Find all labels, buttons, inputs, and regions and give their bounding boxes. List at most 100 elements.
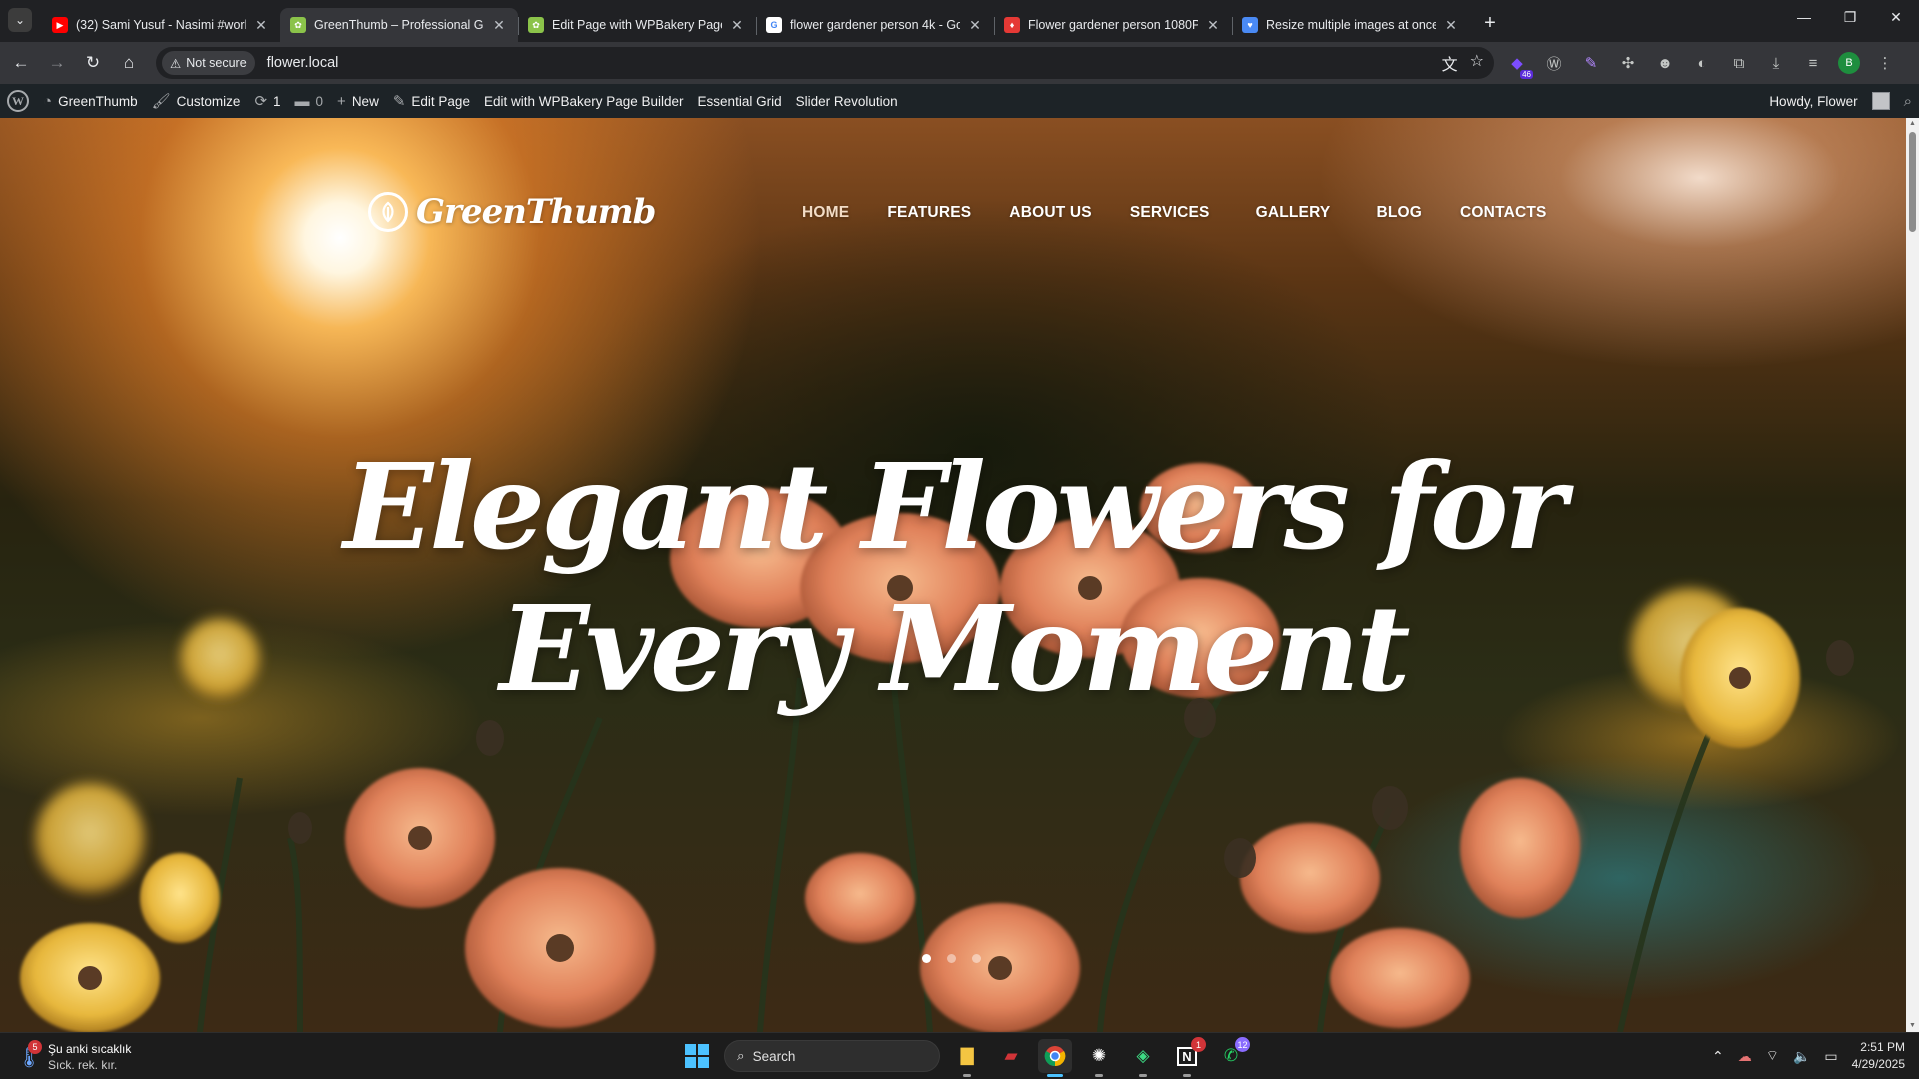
browser-tab[interactable]: G flower gardener person 4k - Go ✕: [756, 8, 994, 42]
tab-title: Edit Page with WPBakery Page B: [552, 18, 722, 32]
wordpress-extension-icon[interactable]: Ⓦ: [1542, 51, 1566, 75]
browser-tab[interactable]: ▶ (32) Sami Yusuf - Nasimi #work ✕: [42, 8, 280, 42]
home-icon[interactable]: ⌂: [114, 48, 144, 78]
slider-dot[interactable]: [922, 954, 931, 963]
warning-icon: ⚠: [170, 56, 182, 71]
browser-tab[interactable]: ♦ Flower gardener person 1080P, ✕: [994, 8, 1232, 42]
avatar: [1871, 92, 1890, 110]
site-name-menu[interactable]: ◔ GreenThumb: [36, 84, 145, 118]
close-tab-icon[interactable]: ✕: [1204, 16, 1222, 34]
taskbar-search[interactable]: ⌕ Search: [724, 1040, 940, 1072]
scroll-down-icon[interactable]: ▼: [1906, 1020, 1919, 1032]
page-scrollbar[interactable]: ▲ ▼: [1906, 118, 1919, 1032]
volume-icon[interactable]: 🔈: [1793, 1048, 1810, 1065]
weather-widget[interactable]: 🌡 5 Şu anki sıcaklık Sıck. rek. kır.: [16, 1040, 131, 1073]
essential-grid-link[interactable]: Essential Grid: [691, 84, 789, 118]
pencil-icon: ✎: [392, 93, 406, 110]
slider-dot[interactable]: [947, 954, 956, 963]
site-info-button[interactable]: ⚠ Not secure: [162, 51, 255, 75]
weather-subtitle: Sıck. rek. kır.: [48, 1058, 118, 1072]
new-content-menu[interactable]: + New: [330, 84, 386, 118]
url-text[interactable]: flower.local: [267, 55, 339, 71]
leaf-logo-icon: [368, 192, 408, 232]
tab-title: GreenThumb – Professional Gar: [314, 18, 484, 32]
red-app-icon[interactable]: ▰: [994, 1039, 1028, 1073]
notion-icon[interactable]: N1: [1170, 1037, 1206, 1077]
hero-heading-line-2: Every Moment: [499, 579, 1411, 718]
close-tab-icon[interactable]: ✕: [490, 16, 508, 34]
updates-count: 1: [273, 93, 281, 109]
nav-gallery[interactable]: GALLERY: [1256, 204, 1331, 222]
chatgpt-icon[interactable]: ✺: [1082, 1039, 1116, 1077]
pen-extension-icon[interactable]: ✎: [1579, 51, 1603, 75]
translate-icon[interactable]: 文: [1442, 51, 1458, 75]
close-window-icon[interactable]: ✕: [1873, 0, 1919, 34]
logo-text: GreenThumb: [416, 192, 656, 232]
menu-kebab-icon[interactable]: ⋮: [1873, 51, 1897, 75]
file-explorer-icon[interactable]: ▇: [950, 1039, 984, 1077]
whatsapp-icon[interactable]: ✆ 12: [1214, 1037, 1250, 1073]
slider-dot[interactable]: [972, 954, 981, 963]
robot-extension-icon[interactable]: ☻: [1653, 51, 1677, 75]
windows-taskbar: 🌡 5 Şu anki sıcaklık Sıck. rek. kır. ⌕ Se…: [0, 1032, 1919, 1079]
gift-extension-icon[interactable]: ✣: [1616, 51, 1640, 75]
diamond-app-icon[interactable]: ◈: [1126, 1039, 1160, 1077]
address-bar[interactable]: ⚠ Not secure flower.local 文 ☆: [156, 47, 1494, 79]
download-icon[interactable]: ⤓: [1764, 51, 1788, 75]
contrast-extension-icon[interactable]: ◐: [1690, 51, 1714, 75]
search-icon: ⌕: [737, 1048, 745, 1063]
extension-icon[interactable]: ◆ 46: [1505, 51, 1533, 79]
nav-about-us[interactable]: ABOUT US: [1009, 204, 1092, 222]
admin-search[interactable]: ⌕: [1897, 84, 1919, 118]
forward-icon[interactable]: →: [42, 48, 72, 78]
chevron-up-icon[interactable]: ⌃: [1712, 1048, 1724, 1065]
browser-tab-active[interactable]: ✿ GreenThumb – Professional Gar ✕: [280, 8, 518, 42]
scrollbar-thumb[interactable]: [1909, 132, 1916, 232]
close-tab-icon[interactable]: ✕: [966, 16, 984, 34]
nav-features[interactable]: FEATURES: [887, 204, 971, 222]
updates-link[interactable]: ⟳ 1: [247, 84, 287, 118]
comments-link[interactable]: ▬ 0: [288, 84, 331, 118]
back-icon[interactable]: ←: [6, 48, 36, 78]
tab-title: Flower gardener person 1080P,: [1028, 18, 1198, 32]
chrome-icon[interactable]: [1038, 1039, 1072, 1077]
new-tab-button[interactable]: +: [1476, 10, 1504, 38]
clock[interactable]: 2:51 PM 4/29/2025: [1852, 1039, 1905, 1073]
slider-revolution-label: Slider Revolution: [795, 93, 898, 109]
reload-icon[interactable]: ↻: [78, 48, 108, 78]
customize-link[interactable]: 🖌 Customize: [145, 84, 248, 118]
minimize-icon[interactable]: —: [1781, 0, 1827, 34]
whatsapp-badge: 12: [1235, 1037, 1250, 1052]
close-tab-icon[interactable]: ✕: [728, 16, 746, 34]
brush-icon: 🖌: [151, 93, 171, 110]
account-menu[interactable]: Howdy, Flower: [1762, 84, 1896, 118]
scroll-up-icon[interactable]: ▲: [1906, 118, 1919, 130]
site-logo[interactable]: GreenThumb: [368, 192, 656, 232]
battery-icon[interactable]: ▭: [1824, 1048, 1837, 1065]
nav-home[interactable]: HOME: [802, 204, 849, 222]
restore-icon[interactable]: ❐: [1827, 0, 1873, 34]
nav-contacts[interactable]: CONTACTS: [1460, 204, 1547, 222]
wpbakery-link[interactable]: Edit with WPBakery Page Builder: [477, 84, 691, 118]
browser-tab[interactable]: ✿ Edit Page with WPBakery Page B ✕: [518, 8, 756, 42]
onedrive-icon[interactable]: ☁: [1738, 1048, 1752, 1065]
nav-blog[interactable]: BLOG: [1376, 204, 1422, 222]
edit-page-link[interactable]: ✎ Edit Page: [386, 84, 477, 118]
puzzle-icon[interactable]: ⧉: [1727, 51, 1751, 75]
wp-logo-menu[interactable]: W: [0, 84, 36, 118]
browser-tab[interactable]: ♥ Resize multiple images at once! ✕: [1232, 8, 1470, 42]
bookmark-star-icon[interactable]: ☆: [1470, 51, 1484, 75]
profile-avatar[interactable]: B: [1838, 52, 1860, 74]
comments-count: 0: [315, 93, 324, 109]
slider-revolution-link[interactable]: Slider Revolution: [789, 84, 905, 118]
close-tab-icon[interactable]: ✕: [1442, 16, 1460, 34]
close-tab-icon[interactable]: ✕: [252, 16, 270, 34]
wifi-icon[interactable]: ⌔: [1766, 1047, 1779, 1065]
tab-title: (32) Sami Yusuf - Nasimi #work: [76, 18, 246, 32]
nav-services[interactable]: SERVICES: [1130, 204, 1210, 222]
customize-label: Customize: [176, 93, 241, 109]
media-icon[interactable]: ≡: [1801, 51, 1825, 75]
windows-start-icon[interactable]: [680, 1039, 714, 1073]
tab-search-button[interactable]: ⌄: [8, 8, 32, 32]
weather-badge: 5: [28, 1040, 42, 1054]
